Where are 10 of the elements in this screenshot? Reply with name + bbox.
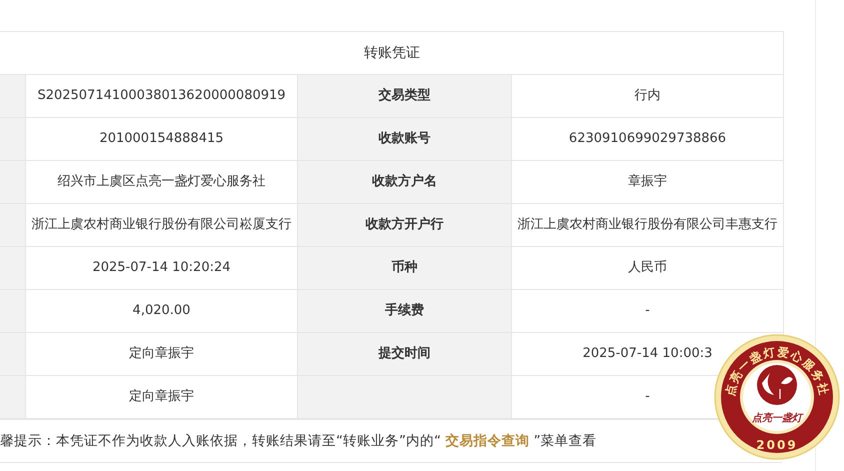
query-link[interactable]: 交易指令查询 — [445, 433, 530, 449]
seal-logo: 点亮一盏灯爱心服务社 点亮一盏灯 2009 — [714, 333, 840, 461]
label-cell: 交易类型 — [297, 75, 511, 117]
label-cell: 收款方开户行 — [297, 204, 511, 246]
label-cell: 手续费 — [297, 290, 511, 332]
label-cell: 提交时间 — [297, 333, 511, 375]
label-cell: 币种 — [297, 247, 511, 289]
label-cell: 收款账号 — [297, 118, 511, 160]
voucher-title: 转账凭证 — [363, 44, 420, 62]
label-cell: 收款方户名 — [297, 161, 511, 203]
